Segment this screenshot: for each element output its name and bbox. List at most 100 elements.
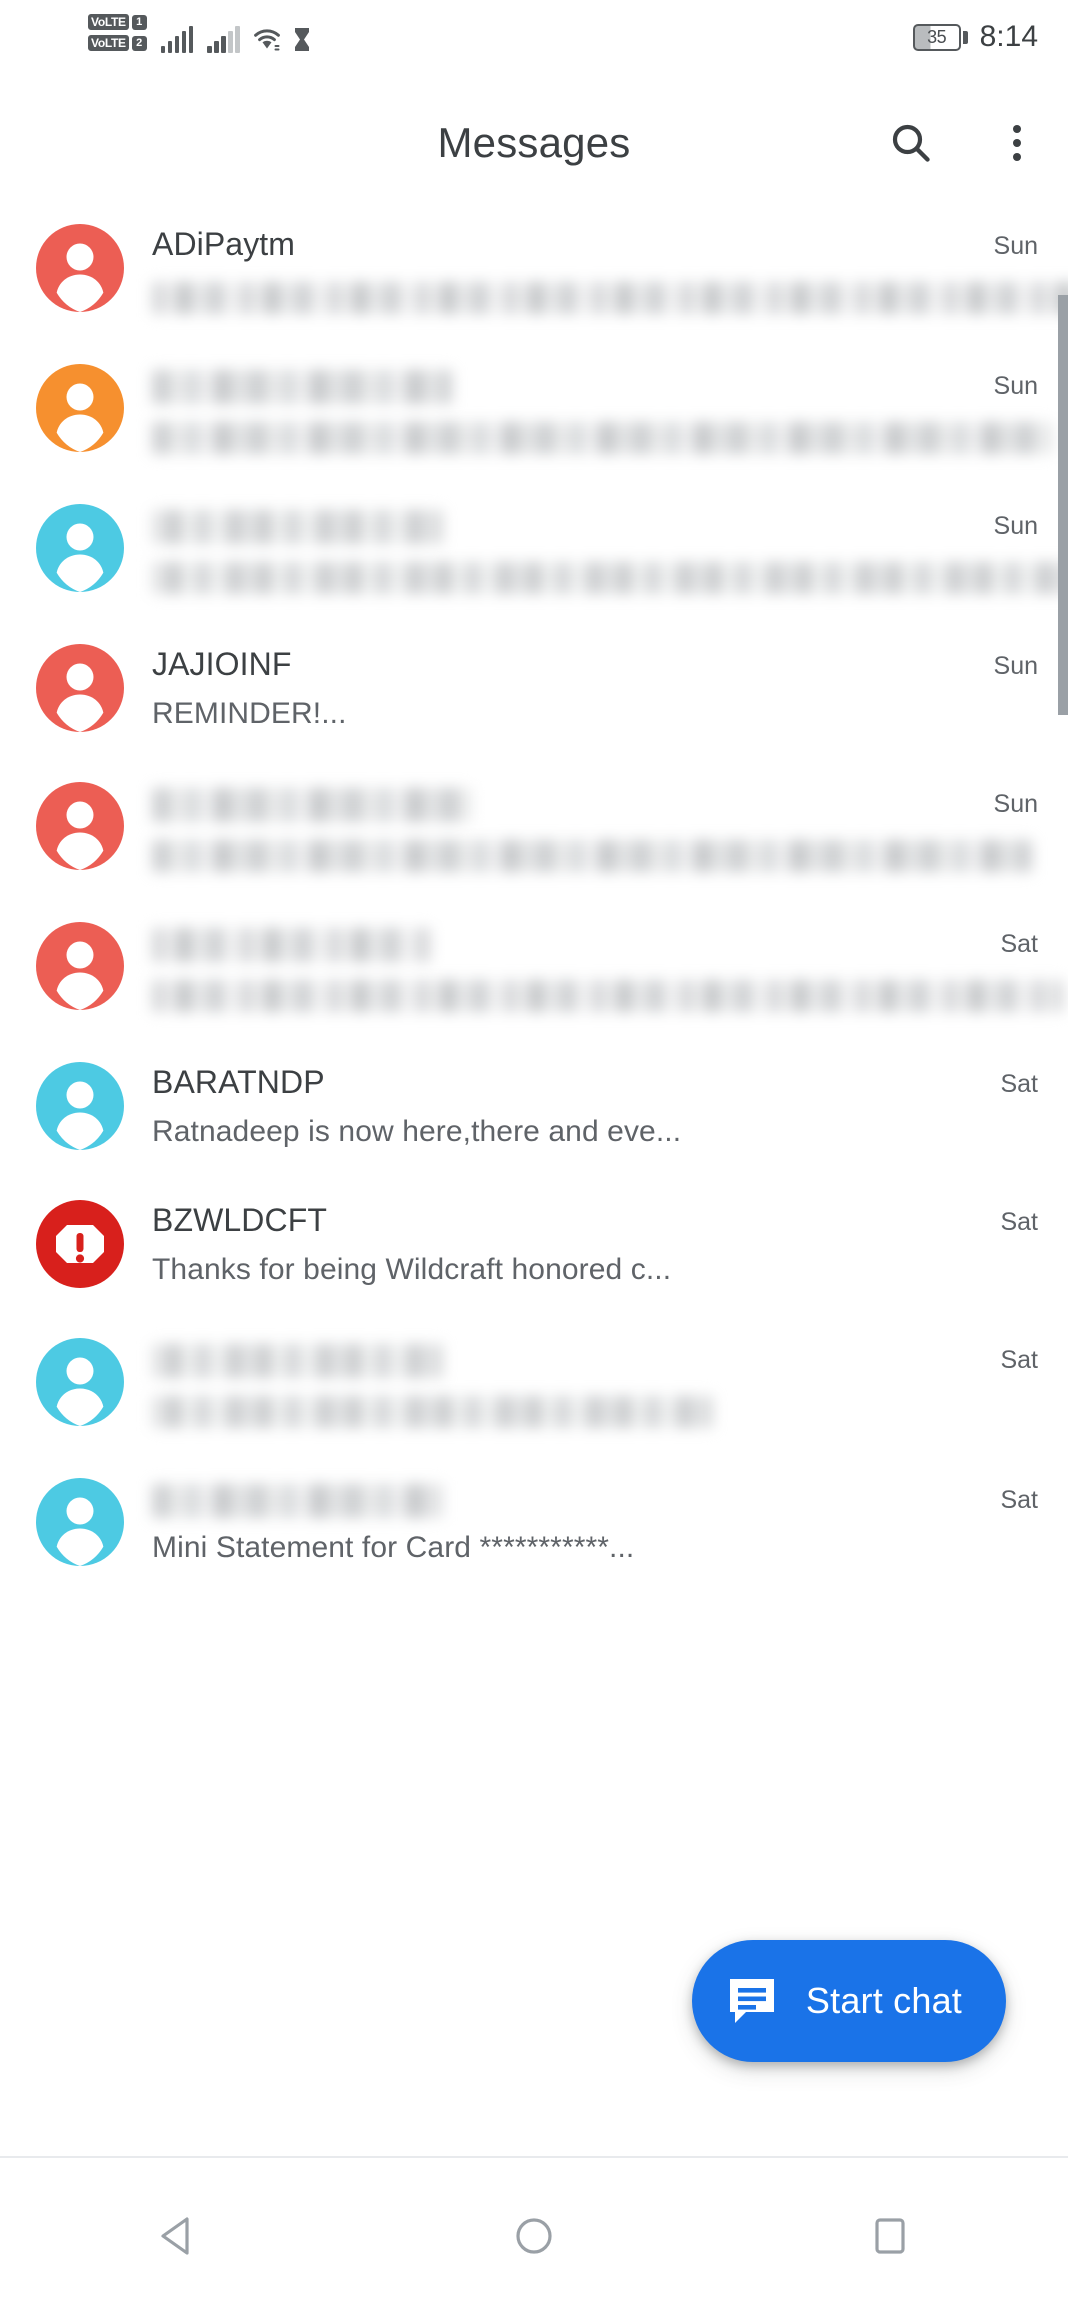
recents-square-icon <box>875 2218 905 2254</box>
conversation-text: ADiPaytm <box>124 222 1068 314</box>
conversation-preview-redacted <box>152 1395 712 1428</box>
conversation-preview: Thanks for being Wildcraft honored c... <box>152 1252 672 1286</box>
battery-level-label: 35 <box>927 27 947 47</box>
status-bar-clock: 8:14 <box>979 20 1038 53</box>
chat-bubble-icon <box>729 1979 774 2023</box>
conversation-row[interactable]: Sat <box>0 1312 1068 1452</box>
volte-sim2: VoLTE 2 <box>88 35 147 51</box>
conversation-preview-redacted <box>152 561 1068 594</box>
conversation-name-redacted <box>152 927 432 962</box>
conversation-row[interactable]: Sun <box>0 756 1068 896</box>
conversation-list[interactable]: ADiPaytm Sun Sun Sun JAJIOINF REMINDER!.… <box>0 198 1068 2158</box>
volte-sim-number-2: 2 <box>131 35 147 51</box>
conversation-timestamp: Sat <box>1000 1207 1038 1236</box>
volte-badge-2: VoLTE <box>88 35 129 51</box>
conversation-text <box>124 502 1068 594</box>
conversation-text: JAJIOINF REMINDER!... <box>124 642 980 732</box>
avatar <box>36 224 124 312</box>
conversation-text <box>124 780 1032 872</box>
avatar <box>36 781 124 870</box>
conversation-row[interactable]: Sun <box>0 478 1068 618</box>
signal-bars-partial-icon <box>207 26 240 53</box>
conversation-name: BARATNDP <box>152 1063 325 1100</box>
more-vert-icon <box>1013 125 1021 161</box>
nav-home-button[interactable] <box>459 2176 609 2296</box>
avatar <box>36 503 124 592</box>
conversation-preview-redacted <box>152 979 1062 1012</box>
conversation-row[interactable]: Sat <box>0 896 1068 1036</box>
overflow-menu-button[interactable] <box>984 110 1050 176</box>
avatar-person-icon <box>36 643 124 732</box>
nav-back-button[interactable] <box>103 2176 253 2296</box>
conversation-name-redacted <box>152 1483 442 1518</box>
start-chat-label: Start chat <box>805 1980 962 2021</box>
status-bar-right: 35 8:14 <box>912 20 1038 53</box>
conversation-row[interactable]: Mini Statement for Card ***********... S… <box>0 1452 1068 1590</box>
avatar-person-icon <box>36 363 124 452</box>
conversation-text <box>124 362 1052 454</box>
conversation-row[interactable]: BARATNDP Ratnadeep is now here,there and … <box>0 1036 1068 1174</box>
avatar-person-icon <box>36 1477 124 1566</box>
search-button[interactable] <box>878 110 944 176</box>
back-triangle-icon <box>161 2217 189 2255</box>
avatar <box>36 363 124 452</box>
avatar-person-icon <box>36 503 124 592</box>
nav-recents-button[interactable] <box>815 2176 965 2296</box>
conversation-preview-redacted <box>152 281 1068 314</box>
avatar <box>36 921 124 1010</box>
search-icon <box>892 124 930 162</box>
avatar-person-icon <box>36 224 124 312</box>
conversation-text <box>124 920 1062 1012</box>
avatar-person-icon <box>36 1337 124 1426</box>
conversation-preview: Mini Statement for Card ***********... <box>152 1530 635 1564</box>
conversation-row[interactable]: ADiPaytm Sun <box>0 198 1068 338</box>
android-nav-bar <box>0 2158 1068 2314</box>
status-bar: VoLTE 1 VoLTE 2 35 8:14 <box>0 0 1068 88</box>
conversation-text: Mini Statement for Card ***********... <box>124 1476 986 1566</box>
start-chat-fab[interactable]: Start chat <box>691 1940 1006 2062</box>
conversation-timestamp: Sat <box>1000 1345 1038 1374</box>
wifi-icon <box>252 26 282 53</box>
conversation-name-redacted <box>152 787 472 822</box>
conversation-timestamp: Sat <box>1000 1069 1038 1098</box>
conversation-timestamp: Sun <box>993 232 1038 260</box>
hourglass-icon <box>292 26 312 53</box>
app-header: Messages <box>0 88 1068 198</box>
conversation-row[interactable]: JAJIOINF REMINDER!... Sun <box>0 618 1068 756</box>
conversation-row[interactable]: BZWLDCFT Thanks for being Wildcraft honor… <box>0 1174 1068 1312</box>
conversation-timestamp: Sat <box>1000 1485 1038 1514</box>
avatar <box>36 1199 124 1288</box>
avatar <box>36 1337 124 1426</box>
volte-indicators: VoLTE 1 VoLTE 2 <box>88 14 147 53</box>
battery-cap <box>962 30 968 44</box>
conversation-timestamp: Sun <box>993 371 1038 400</box>
conversation-name-redacted <box>152 509 442 544</box>
volte-sim-number-1: 1 <box>131 14 147 30</box>
avatar <box>36 1061 124 1150</box>
header-actions <box>878 110 1050 176</box>
status-bar-left: VoLTE 1 VoLTE 2 <box>88 14 312 53</box>
volte-sim1: VoLTE 1 <box>88 14 147 30</box>
conversation-timestamp: Sun <box>993 511 1038 540</box>
conversation-name: BZWLDCFT <box>152 1201 328 1238</box>
avatar-person-icon <box>36 921 124 1010</box>
conversation-timestamp: Sun <box>993 651 1038 680</box>
conversation-text: BZWLDCFT Thanks for being Wildcraft honor… <box>124 1198 986 1288</box>
conversation-text: BARATNDP Ratnadeep is now here,there and … <box>124 1060 986 1150</box>
conversation-row[interactable]: Sun <box>0 338 1068 478</box>
conversation-preview: Ratnadeep is now here,there and eve... <box>152 1114 682 1148</box>
conversation-preview-redacted <box>152 421 1052 454</box>
avatar-person-icon <box>36 1061 124 1150</box>
avatar-alert-icon <box>36 1199 124 1288</box>
signal-bars-full-icon <box>160 26 194 53</box>
scrollbar-thumb[interactable] <box>1058 295 1068 715</box>
conversation-name: ADiPaytm <box>152 226 296 262</box>
conversation-name-redacted <box>152 1343 442 1378</box>
conversation-name-redacted <box>152 369 452 404</box>
scrollbar-track[interactable] <box>1058 198 1068 2158</box>
home-circle-icon <box>516 2218 552 2254</box>
avatar <box>36 643 124 732</box>
battery-icon: 35 <box>912 23 961 51</box>
conversation-timestamp: Sun <box>993 789 1038 818</box>
volte-badge-1: VoLTE <box>88 14 129 30</box>
